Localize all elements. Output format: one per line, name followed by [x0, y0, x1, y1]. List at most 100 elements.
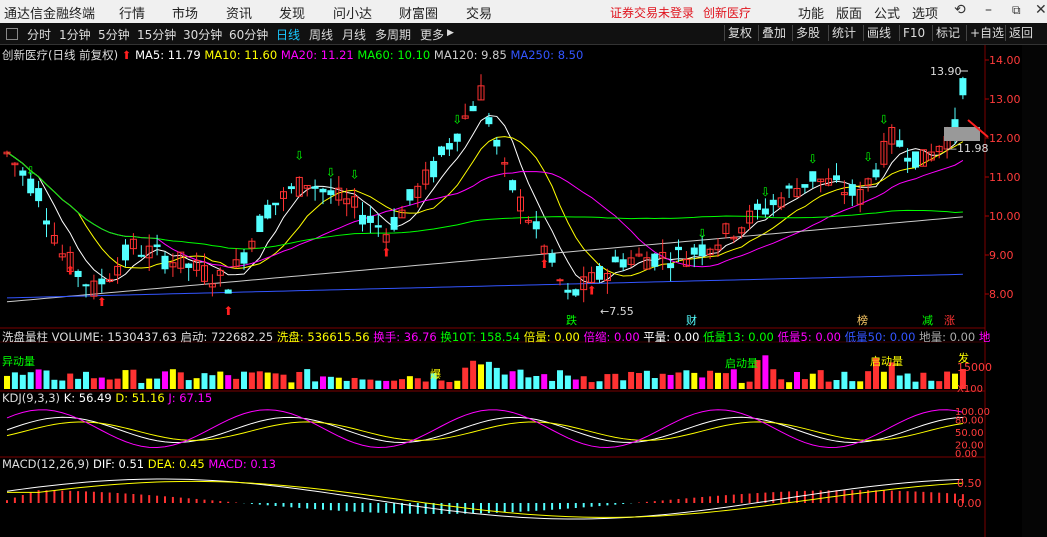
period-tab-1min[interactable]: 1分钟	[59, 26, 91, 43]
menu-ask[interactable]: 问小达	[333, 3, 372, 22]
tool-statistics[interactable]: 统计	[828, 25, 859, 41]
volume-tag: 启动量	[870, 355, 903, 368]
candle-body	[264, 204, 272, 219]
period-tab-weekly[interactable]: 周线	[309, 26, 333, 43]
period-tab-60min[interactable]: 60分钟	[229, 26, 268, 43]
tool-f10[interactable]: F10	[899, 25, 928, 41]
menu-function[interactable]: 功能	[798, 3, 824, 22]
period-tab-monthly[interactable]: 月线	[342, 26, 366, 43]
menu-quotes[interactable]: 行情	[119, 3, 145, 22]
candle-body	[872, 169, 880, 178]
candle-body	[438, 146, 445, 156]
menu-formula[interactable]: 公式	[874, 3, 900, 22]
more-arrow-icon[interactable]: ▶	[447, 28, 454, 38]
macd-legend: MACD(12,26,9) DIF: 0.51 DEA: 0.45 MACD: …	[2, 457, 276, 471]
candle-body	[509, 180, 517, 191]
volume-bar	[904, 373, 911, 389]
candle-body	[485, 117, 493, 125]
tool-add-watchlist[interactable]: +自选	[966, 25, 1007, 41]
volume-bar	[169, 369, 176, 389]
period-tab-intraday[interactable]: 分时	[27, 26, 51, 43]
candle-body	[224, 289, 232, 294]
candle-body	[430, 160, 438, 178]
volume-bar	[485, 361, 492, 389]
right-side-panel[interactable]	[1022, 45, 1047, 537]
sell-arrow-icon: ⇩	[326, 166, 336, 180]
times-volume-value: 倍量: 0.00	[523, 330, 580, 344]
volume-bar	[146, 378, 153, 389]
volume-legend: 洗盘量柱 VOLUME: 1530437.63 启动: 722682.25 洗盘…	[2, 329, 990, 345]
period-tab-more[interactable]: 更多	[420, 26, 444, 43]
refresh-icon[interactable]: ⟲	[954, 2, 966, 18]
buy-arrow-icon: ⬆	[587, 284, 597, 298]
sell-arrow-icon: ⇩	[294, 148, 304, 162]
menu-market[interactable]: 市场	[172, 3, 198, 22]
volume-tag: 爆	[430, 367, 441, 381]
kdj-tick-label: 80.00	[955, 415, 984, 426]
volume-bar	[114, 378, 121, 389]
menu-wealth[interactable]: 财富圈	[399, 3, 438, 22]
cross-price-label: —11.98	[946, 142, 989, 155]
volume-bar	[604, 374, 611, 389]
volume-bar	[272, 373, 279, 389]
period-tab-30min[interactable]: 30分钟	[183, 26, 222, 43]
volume-bar	[201, 373, 208, 389]
candle-body	[469, 105, 477, 112]
period-tab-15min[interactable]: 15分钟	[137, 26, 176, 43]
ground2-value: 地	[978, 330, 991, 344]
volume-bar	[928, 380, 935, 389]
candle-body	[453, 133, 461, 142]
menu-trade[interactable]: 交易	[466, 3, 492, 22]
candle-body	[548, 253, 556, 263]
high-price-label: 13.90	[930, 65, 962, 78]
volume-bar	[699, 377, 706, 389]
volume-bar	[280, 374, 287, 389]
volume-bar	[122, 370, 129, 389]
period-tab-daily[interactable]: 日线	[276, 26, 300, 43]
volume-bar	[564, 375, 571, 389]
candle-body	[698, 244, 706, 257]
menu-news[interactable]: 资讯	[226, 3, 252, 22]
menu-options[interactable]: 选项	[912, 3, 938, 22]
app-title: 通达信金融终端	[4, 7, 96, 22]
menu-layout[interactable]: 版面	[836, 3, 862, 22]
volume-bar	[667, 374, 674, 389]
buy-arrow-icon: ⬆	[223, 304, 233, 318]
tool-draw[interactable]: 画线	[863, 25, 894, 41]
candle-body	[556, 279, 564, 282]
volume-bar	[217, 371, 224, 389]
candle-body	[959, 78, 967, 96]
tool-overlay[interactable]: 叠加	[758, 25, 789, 41]
tool-restore-rights[interactable]: 复权	[724, 25, 755, 41]
candle-body	[769, 199, 777, 206]
candle-body	[611, 256, 619, 263]
period-tab-5min[interactable]: 5分钟	[98, 26, 130, 43]
tool-mark[interactable]: 标记	[932, 25, 963, 41]
menu-discover[interactable]: 发现	[279, 3, 305, 22]
tool-multi-stock[interactable]: 多股	[792, 25, 823, 41]
maximize-icon[interactable]: ⧉	[1012, 3, 1021, 18]
volume-bar	[422, 381, 429, 389]
price-tick-label: 13.00	[989, 93, 1021, 106]
close-icon[interactable]: ✕	[1035, 2, 1047, 18]
volume-bar	[225, 375, 232, 389]
login-warning[interactable]: 证券交易未登录	[610, 4, 694, 21]
volume-bar	[83, 371, 89, 389]
period-tab-multi[interactable]: 多周期	[375, 26, 411, 43]
tool-back[interactable]: 返回	[1005, 25, 1036, 41]
event-marker: 涨	[944, 314, 955, 327]
minimize-icon[interactable]: –	[985, 2, 992, 18]
candle-body	[801, 184, 809, 188]
candle-body	[572, 289, 580, 296]
kdj-tick-label: 0.00	[955, 449, 977, 460]
candle-body	[390, 216, 398, 230]
volume-bar	[454, 380, 461, 389]
candle-body	[74, 270, 82, 278]
volume-bar	[11, 372, 18, 389]
dif-value: DIF: 0.51	[93, 457, 145, 471]
panel-toggle-icon[interactable]	[6, 28, 18, 40]
volume-bar	[399, 379, 405, 389]
volume-bar	[162, 371, 168, 389]
ma60-line	[6, 151, 963, 250]
kdj-legend: KDJ(9,3,3) K: 56.49 D: 51.16 J: 67.15	[2, 391, 212, 405]
